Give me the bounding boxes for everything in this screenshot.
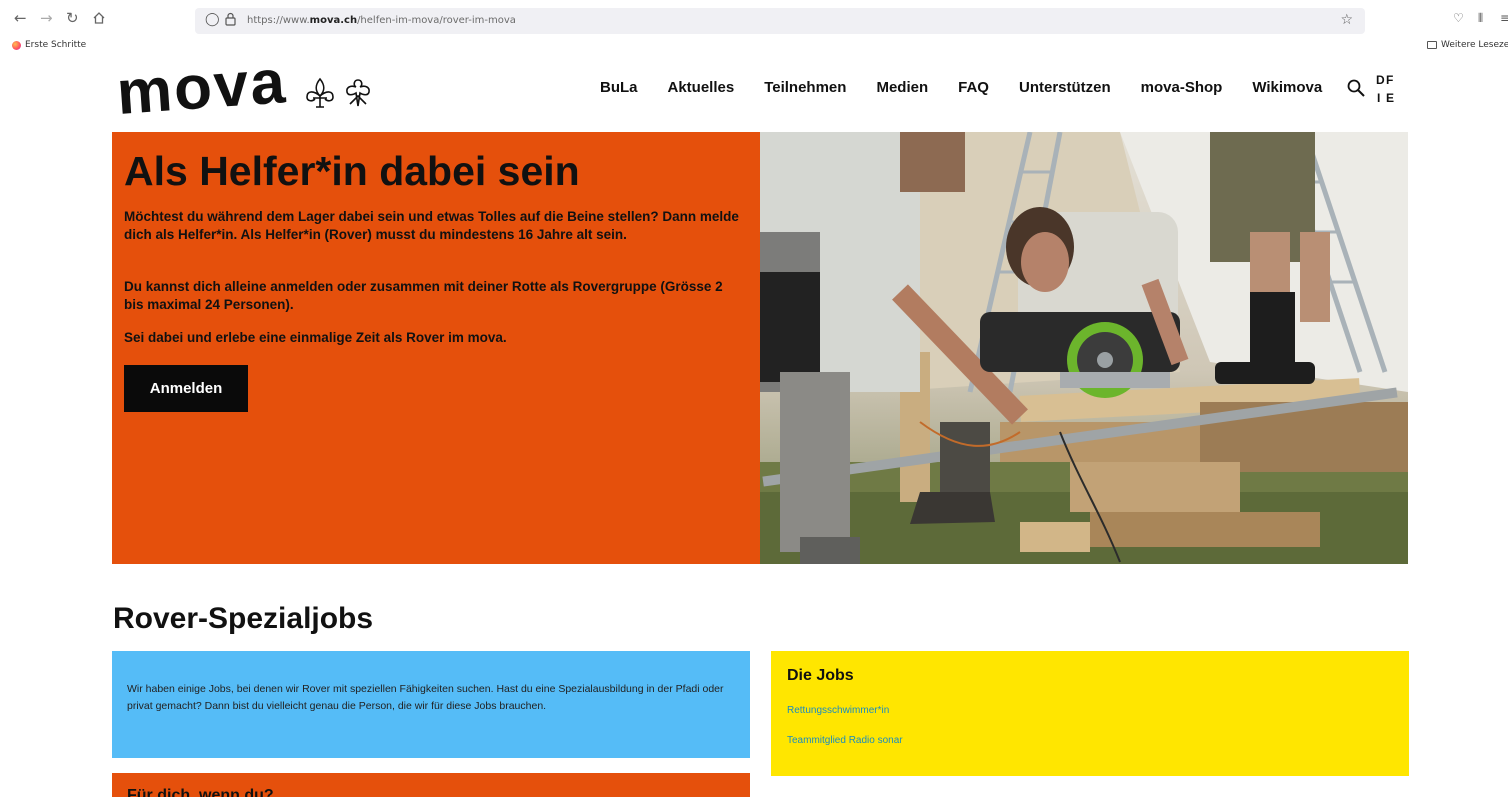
jobs-box: Die Jobs Rettungsschwimmer*in Teammitgli… [771, 651, 1409, 776]
lang-it[interactable]: I [1377, 90, 1380, 107]
hero-paragraph-1: Möchtest du während dem Lager dabei sein… [124, 209, 739, 242]
hero-panel: Als Helfer*in dabei sein Möchtest du wäh… [112, 132, 760, 564]
hero-paragraph-3: Sei dabei und erlebe eine einmalige Zeit… [124, 330, 507, 345]
nav-mova-shop[interactable]: mova-Shop [1141, 79, 1223, 99]
intro-box: Wir haben einige Jobs, bei denen wir Rov… [112, 651, 750, 758]
section-title: Rover-Spezialjobs [113, 602, 374, 635]
lang-de[interactable]: D [1376, 72, 1385, 89]
nav-bula[interactable]: BuLa [600, 79, 638, 99]
shield-icon[interactable]: ◯ [205, 12, 220, 27]
folder-icon [1427, 41, 1437, 49]
guide-clover-icon [346, 79, 370, 107]
intro-text: Wir haben einige Jobs, bei denen wir Rov… [127, 683, 724, 712]
url-prefix: https://www. [247, 15, 310, 26]
next-box-title: Für dich, wenn du? [127, 787, 274, 797]
anmelden-button[interactable]: Anmelden [124, 365, 248, 412]
jobs-title: Die Jobs [787, 667, 854, 684]
library-icon[interactable]: ⫴ [1478, 11, 1483, 26]
job-link-radio-sonar[interactable]: Teammitglied Radio sonar [787, 735, 903, 746]
forward-icon[interactable]: → [40, 10, 53, 26]
mova-logo[interactable]: mova [115, 47, 385, 128]
nav-wikimova[interactable]: Wikimova [1252, 79, 1322, 99]
browser-toolbar: ← → ↻ ◯ https://www.mova.ch/helfen-im-mo… [0, 0, 1508, 38]
nav-teilnehmen[interactable]: Teilnehmen [764, 79, 846, 99]
other-bookmarks[interactable]: Weitere Lesezeich [1427, 40, 1508, 50]
main-navigation: BuLa Aktuelles Teilnehmen Medien FAQ Unt… [600, 79, 1352, 99]
url-path: /helfen-im-mova/rover-im-mova [357, 15, 516, 26]
scout-lily-icon [306, 77, 334, 108]
lang-en[interactable]: E [1386, 90, 1394, 107]
bookmark-erste-schritte[interactable]: Erste Schritte [12, 40, 86, 50]
firefox-icon [12, 40, 21, 50]
job-link-rettungsschwimmer[interactable]: Rettungsschwimmer*in [787, 705, 889, 716]
logo-emblems [303, 76, 375, 110]
nav-unterstuetzen[interactable]: Unterstützen [1019, 79, 1111, 99]
nav-aktuelles[interactable]: Aktuelles [668, 79, 735, 99]
url-bar[interactable]: ◯ https://www.mova.ch/helfen-im-mova/rov… [195, 8, 1365, 34]
search-icon[interactable] [1346, 78, 1366, 98]
pocket-icon[interactable]: ♡ [1453, 11, 1464, 25]
other-bookmarks-label: Weitere Lesezeich [1441, 40, 1508, 50]
back-icon[interactable]: ← [14, 10, 27, 26]
workers-photo [760, 132, 1408, 564]
bookmark-star-icon[interactable]: ☆ [1340, 12, 1353, 28]
reload-icon[interactable]: ↻ [66, 10, 79, 26]
lock-icon[interactable] [225, 12, 236, 26]
lang-fr[interactable]: F [1386, 72, 1393, 89]
nav-faq[interactable]: FAQ [958, 79, 989, 99]
logo-wordmark: mova [114, 47, 289, 128]
url-domain: mova.ch [309, 15, 358, 26]
home-icon[interactable] [92, 11, 106, 25]
hero-title: Als Helfer*in dabei sein [124, 148, 580, 194]
hero-photo [760, 132, 1408, 564]
bookmark-label: Erste Schritte [25, 40, 87, 50]
nav-medien[interactable]: Medien [876, 79, 928, 99]
hero-paragraph-2: Du kannst dich alleine anmelden oder zus… [124, 279, 723, 312]
menu-icon[interactable]: ≡ [1500, 11, 1508, 25]
url-text[interactable]: https://www.mova.ch/helfen-im-mova/rover… [247, 15, 516, 26]
next-box: Für dich, wenn du? [112, 773, 750, 797]
